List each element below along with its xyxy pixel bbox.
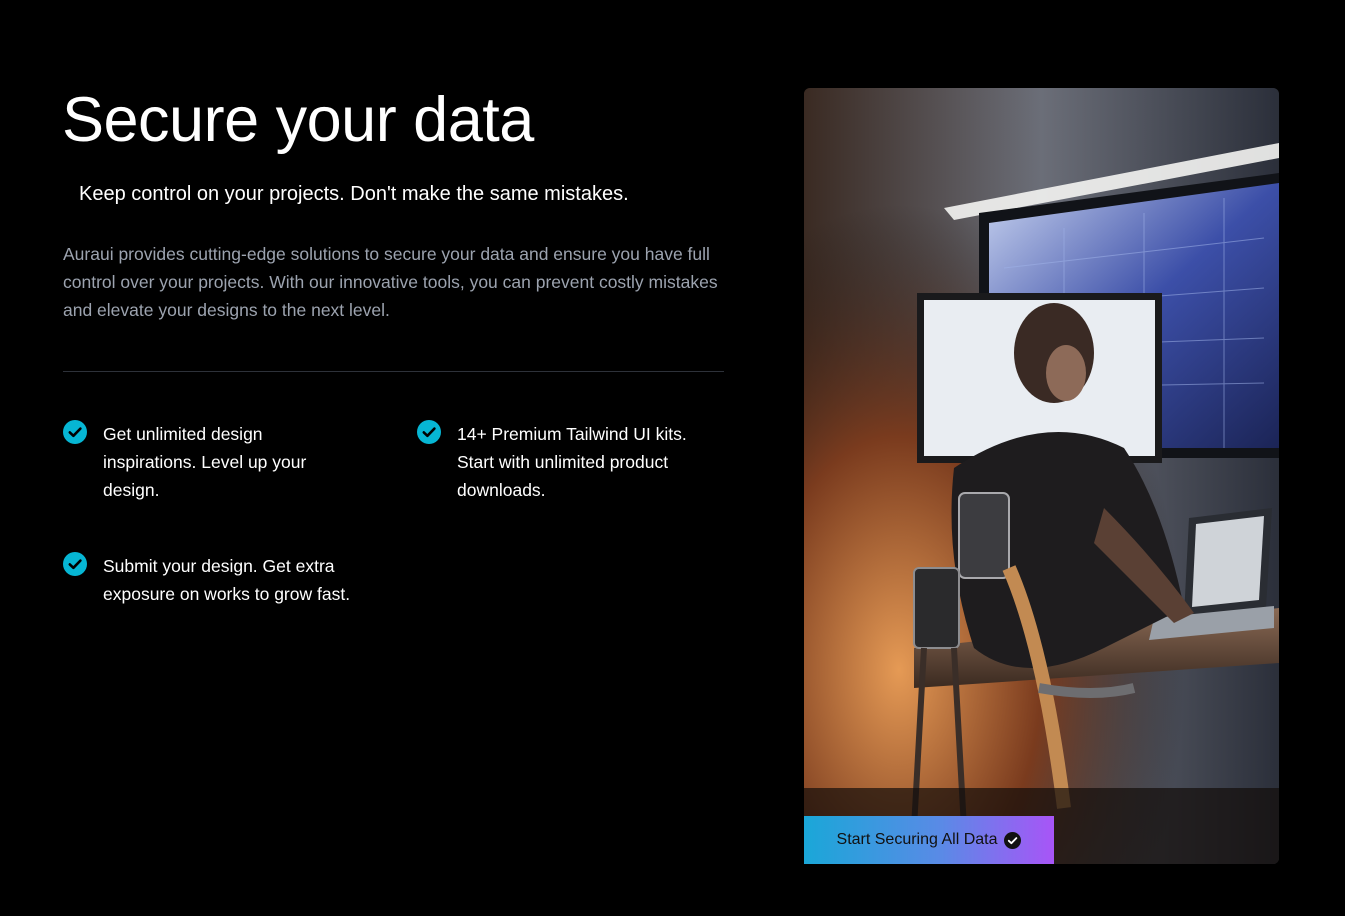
feature-item: Get unlimited design inspirations. Level… xyxy=(63,420,363,504)
feature-item: Submit your design. Get extra exposure o… xyxy=(63,552,393,608)
page-title: Secure your data xyxy=(62,85,534,155)
check-circle-icon xyxy=(1004,831,1022,849)
person-at-desk-illustration xyxy=(804,88,1279,864)
feature-item: 14+ Premium Tailwind UI kits. Start with… xyxy=(417,420,727,504)
check-circle-icon xyxy=(63,552,87,576)
hero-illustration xyxy=(804,88,1279,864)
feature-text: Get unlimited design inspirations. Level… xyxy=(103,424,307,500)
security-section: Secure your data Keep control on your pr… xyxy=(0,0,1345,916)
feature-text: Submit your design. Get extra exposure o… xyxy=(103,556,351,604)
check-circle-icon xyxy=(417,420,441,444)
check-circle-icon xyxy=(63,420,87,444)
cta-label: Start Securing All Data xyxy=(836,831,998,848)
description-paragraph: Auraui provides cutting-edge solutions t… xyxy=(63,244,718,320)
subtitle: Keep control on your projects. Don't mak… xyxy=(79,183,629,205)
feature-text: 14+ Premium Tailwind UI kits. Start with… xyxy=(457,424,687,500)
start-securing-button[interactable]: Start Securing All Data xyxy=(804,816,1054,864)
divider xyxy=(63,371,724,372)
